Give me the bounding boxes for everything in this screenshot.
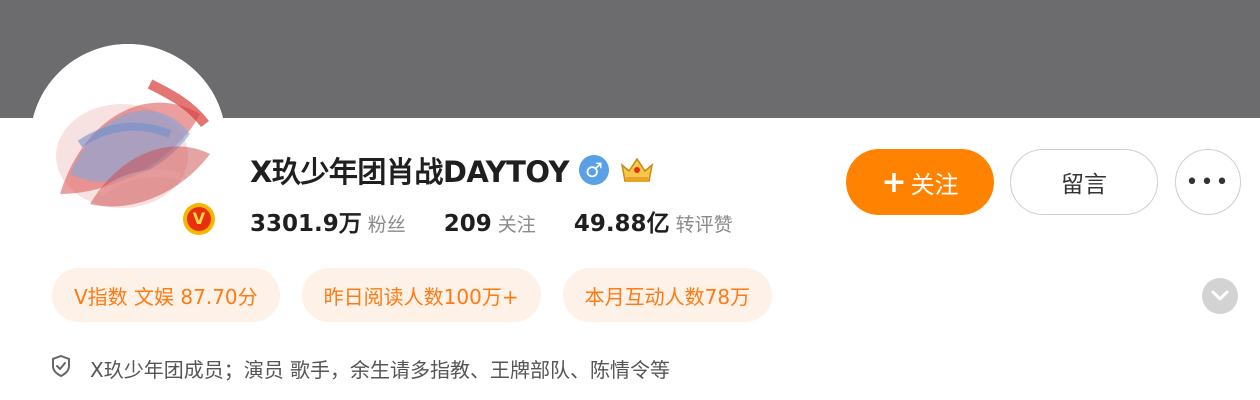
stat-following[interactable]: 209 关注 — [444, 210, 536, 237]
tag-list: V指数 文娱 87.70分 昨日阅读人数100万+ 本月互动人数78万 — [52, 268, 794, 322]
stat-label: 转评赞 — [675, 214, 733, 236]
stat-value: 209 — [443, 211, 492, 237]
verified-v-icon: V — [180, 200, 218, 238]
verified-badge-text: V — [187, 207, 211, 231]
profile-page: V X玖少年团肖战DAYTOY ♂ 3301.9万 粉丝 209 关注 49.8… — [0, 0, 1260, 400]
follow-label: 关注 — [910, 170, 959, 199]
name-row: X玖少年团肖战DAYTOY ♂ — [250, 150, 655, 190]
tag-monthly-interactions[interactable]: 本月互动人数78万 — [562, 268, 773, 322]
shield-icon — [50, 354, 72, 382]
stat-value: 49.88亿 — [573, 211, 670, 237]
stat-reposts-likes: 49.88亿 转评赞 — [574, 204, 733, 238]
stats-row: 3301.9万 粉丝 209 关注 49.88亿 转评赞 — [250, 204, 771, 238]
follow-button[interactable]: + 关注 — [846, 149, 994, 215]
stat-value: 3301.9万 — [250, 211, 362, 237]
more-icon: ••• — [1185, 169, 1231, 195]
bio-text: X玖少年团成员；演员 歌手，余生请多指教、王牌部队、陈情令等 — [90, 357, 671, 382]
male-icon: ♂ — [579, 155, 609, 185]
tag-v-index[interactable]: V指数 文娱 87.70分 — [52, 268, 280, 322]
stat-fans[interactable]: 3301.9万 粉丝 — [250, 204, 406, 238]
tag-daily-readers[interactable]: 昨日阅读人数100万+ — [301, 268, 541, 322]
message-label: 留言 — [1061, 172, 1107, 198]
message-button[interactable]: 留言 — [1010, 149, 1158, 215]
bio-row: X玖少年团成员；演员 歌手，余生请多指教、王牌部队、陈情令等 — [50, 352, 670, 384]
crown-badge-icon[interactable] — [619, 155, 655, 185]
stat-label: 粉丝 — [367, 214, 406, 236]
chevron-down-icon[interactable] — [1202, 278, 1238, 314]
profile-name: X玖少年团肖战DAYTOY — [250, 155, 570, 189]
stat-label: 关注 — [497, 214, 536, 236]
more-button[interactable]: ••• — [1175, 149, 1241, 215]
plus-icon: + — [881, 164, 907, 200]
